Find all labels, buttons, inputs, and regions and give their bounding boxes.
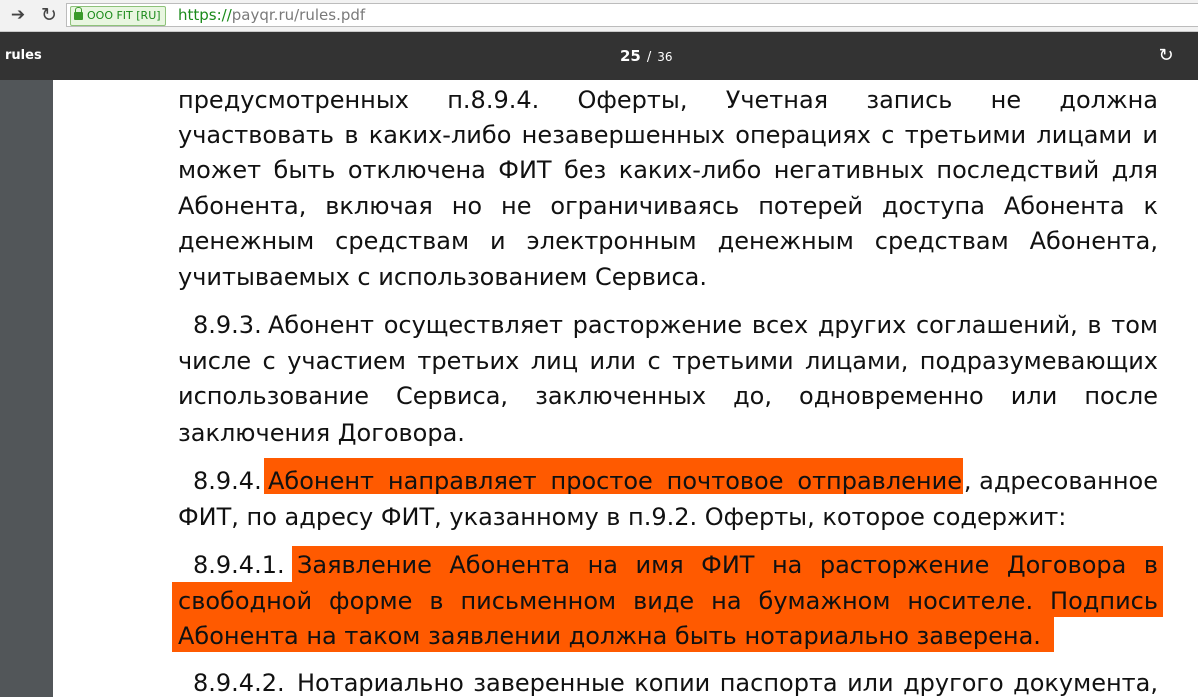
back-arrow-icon[interactable]: ➔ <box>7 5 29 25</box>
clause-8-9-4-highlighted-text: Абонент направляет простое почтовое отпр… <box>268 467 962 495</box>
url-scheme: https:// <box>178 6 232 24</box>
para1-line: Абонента, включая но не ограничиваясь по… <box>178 192 1158 220</box>
clause-8-9-3-line: заключения Договора. <box>178 419 465 447</box>
clause-8-9-4-2-line: Нотариально заверенные копии паспорта ил… <box>297 669 1158 697</box>
clause-8-9-4-1-number: 8.9.4.1. <box>193 551 285 579</box>
para1-line: может быть отключена ФИТ без каких-либо … <box>178 156 1158 184</box>
para1-line: участвовать в каких-либо незавершенных о… <box>178 121 1158 149</box>
clause-8-9-3-line: использование Сервиса, заключенных до, о… <box>178 382 1158 410</box>
document-title: rules <box>5 48 42 63</box>
clause-8-9-4-2-number: 8.9.4.2. <box>193 669 285 697</box>
clause-8-9-4-1-line: свободной форме в письменном виде на бум… <box>178 587 1158 615</box>
page-indicator[interactable]: 25 / 36 <box>620 32 673 82</box>
clause-8-9-4-text: , адресованное <box>963 467 1158 495</box>
clause-8-9-3-number: 8.9.3. <box>193 311 262 339</box>
clause-8-9-4-1-line: Заявление Абонента на имя ФИТ на расторж… <box>297 551 1158 579</box>
ssl-label: OOO FIT [RU] <box>87 9 161 22</box>
para1-line: учитываемых с использованием Сервиса. <box>178 263 708 291</box>
clause-8-9-3-line: числе с участием третьих лиц или с треть… <box>178 347 1158 375</box>
url-text[interactable]: https://payqr.ru/rules.pdf <box>178 4 365 26</box>
clause-8-9-4-1-line: Абонента на таком заявлении должна быть … <box>178 622 1041 650</box>
total-pages: 36 <box>657 50 673 64</box>
rotate-icon[interactable]: ↻ <box>1154 44 1178 68</box>
browser-address-bar: ➔ ↻ OOO FIT [RU] https://payqr.ru/rules.… <box>0 0 1198 32</box>
reload-icon[interactable]: ↻ <box>38 5 60 25</box>
para1-line: денежным средствам и электронным денежны… <box>178 227 1158 255</box>
clause-8-9-4-line: ФИТ, по адресу ФИТ, указанному в п.9.2. … <box>178 503 1067 531</box>
clause-8-9-3-line: Абонент осуществляет расторжение всех др… <box>268 311 1158 339</box>
clause-8-9-4-number: 8.9.4. <box>193 467 262 495</box>
url-path: payqr.ru/rules.pdf <box>231 6 366 24</box>
para1-line: предусмотренных п.8.9.4. Оферты, Учетная… <box>178 86 1158 114</box>
current-page[interactable]: 25 <box>620 47 641 65</box>
ssl-badge[interactable]: OOO FIT [RU] <box>70 6 166 26</box>
url-field[interactable]: OOO FIT [RU] https://payqr.ru/rules.pdf <box>66 3 1198 27</box>
lock-icon <box>74 7 83 20</box>
page-separator: / <box>646 50 652 65</box>
pdf-toolbar: rules 25 / 36 ↻ <box>0 32 1198 80</box>
